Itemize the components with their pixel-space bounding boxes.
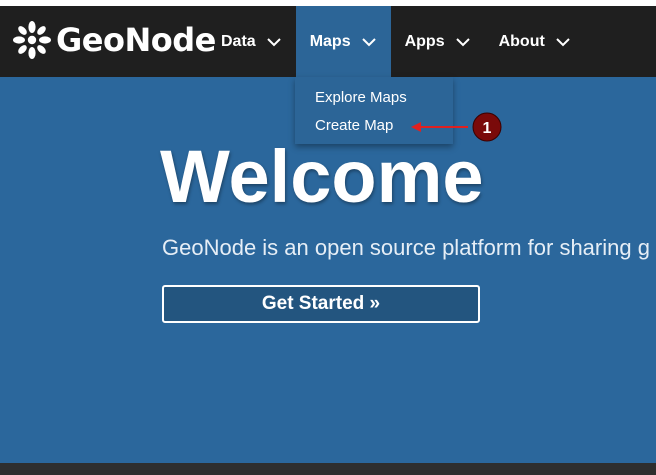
- nav-item-about-label: About: [498, 32, 545, 50]
- chevron-down-icon: [455, 37, 470, 46]
- nav-item-apps[interactable]: Apps: [391, 6, 485, 77]
- hero-title: Welcome: [160, 135, 484, 218]
- chevron-down-icon: [266, 37, 281, 46]
- chevron-down-icon: [556, 37, 570, 46]
- footer-strip: [0, 463, 656, 475]
- annotation-number: 1: [483, 120, 492, 137]
- hero-subtitle: GeoNode is an open source platform for s…: [162, 235, 650, 260]
- get-started-button[interactable]: Get Started »: [162, 285, 480, 323]
- chevron-down-icon: [361, 37, 376, 46]
- nav-item-apps-label: Apps: [404, 32, 445, 50]
- logo[interactable]: GeoNode: [12, 20, 216, 60]
- geonode-logo-icon: [13, 21, 51, 59]
- annotation-callout: 1: [411, 112, 502, 142]
- navbar: GeoNode Data Maps Apps About: [0, 6, 656, 77]
- brand-name: GeoNode: [56, 21, 216, 59]
- nav-item-maps-label: Maps: [309, 32, 351, 50]
- nav-item-data[interactable]: Data: [207, 6, 296, 77]
- annotation-arrowhead: [411, 122, 421, 132]
- page: GeoNode Data Maps Apps About Welcome Geo…: [0, 0, 656, 475]
- main-nav: Data Maps Apps About: [207, 6, 585, 77]
- nav-item-about[interactable]: About: [485, 6, 585, 77]
- nav-item-maps[interactable]: Maps: [295, 6, 391, 77]
- nav-item-data-label: Data: [221, 32, 256, 50]
